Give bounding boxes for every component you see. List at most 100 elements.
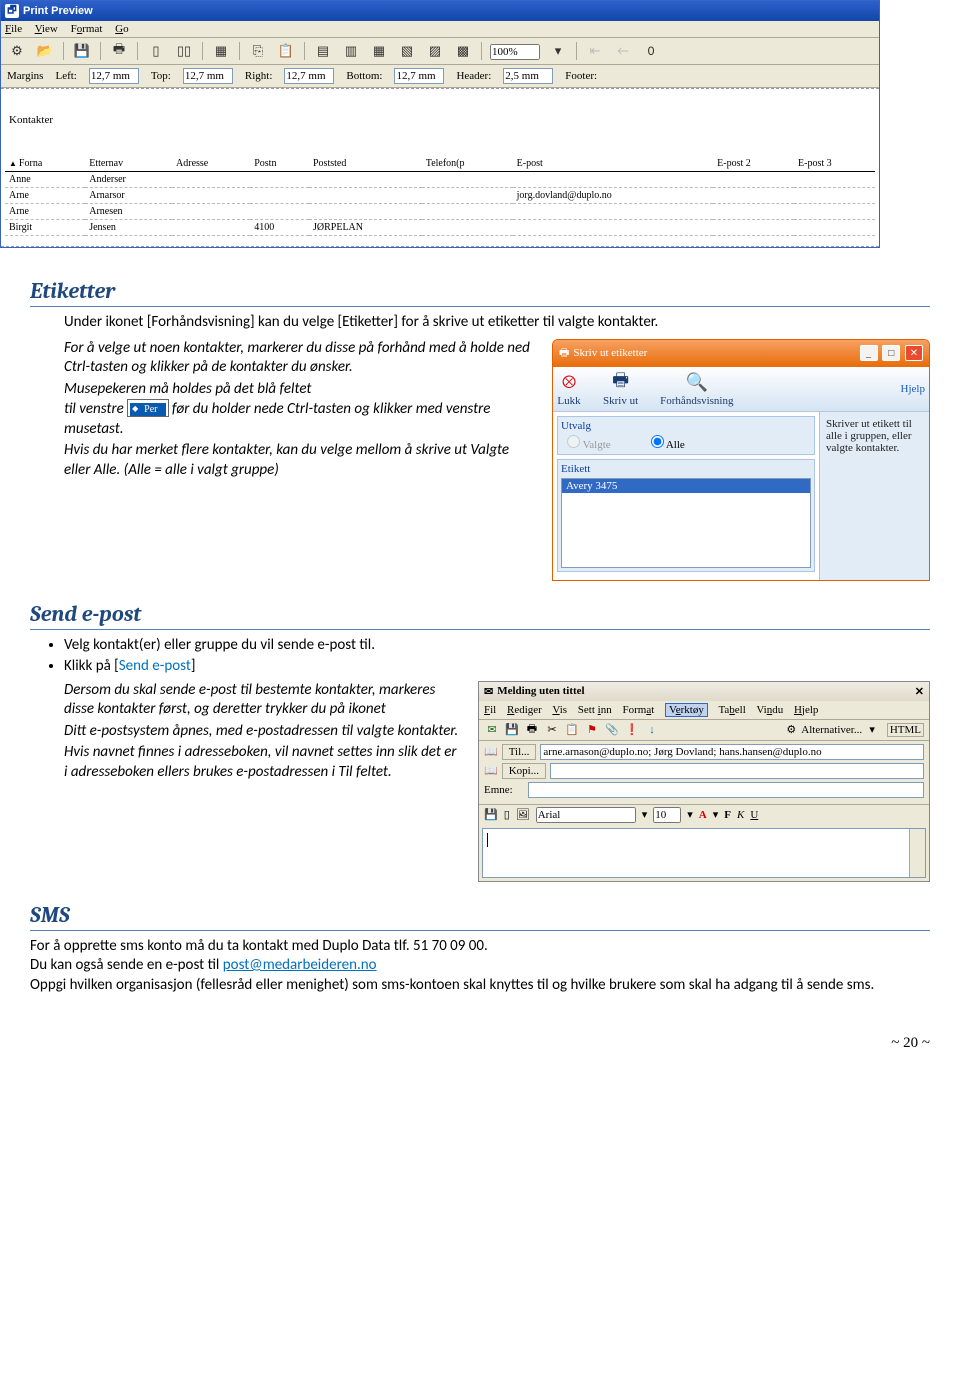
etikett-list[interactable]: Avery 3475 [561,478,811,568]
col-epost2[interactable]: E-post 2 [713,156,794,172]
addressbook2-icon[interactable]: 📖 [484,764,498,777]
menu-view[interactable]: View [35,23,58,35]
col-epost3[interactable]: E-post 3 [794,156,875,172]
print-icon[interactable]: 🖶 [109,41,129,61]
right-input[interactable] [284,68,334,84]
mail-close-icon[interactable]: ✕ [915,685,924,698]
page-icon[interactable]: ▯ [146,41,166,61]
left-input[interactable] [89,68,139,84]
save-icon[interactable]: 💾 [72,41,92,61]
zoom-field[interactable] [490,42,540,60]
col-etternav[interactable]: Etternav [85,156,172,172]
app-icon: 🗗 [5,4,19,18]
menu-go[interactable]: Go [115,23,128,35]
col-adresse[interactable]: Adresse [172,156,250,172]
pages-icon[interactable]: ▯▯ [174,41,194,61]
emne-label: Emne: [484,784,524,796]
save2-icon[interactable]: 💾 [484,808,498,821]
menu-format[interactable]: Format [71,23,103,35]
mail-menu-hjelp[interactable]: Hjelp [794,704,818,716]
zoom-input[interactable] [490,44,540,60]
alle-radio[interactable]: Alle [651,435,685,451]
font-select[interactable] [536,807,636,823]
mail-menu-verktoy[interactable]: Verktøy [665,703,708,717]
mail-menu-format[interactable]: Format [622,704,654,716]
view6-icon[interactable]: ▩ [453,41,473,61]
sms-email-link[interactable]: post@medarbeideren.no [223,956,377,974]
col-forna[interactable]: Forna [5,156,85,172]
italic-icon[interactable]: K [737,809,744,821]
prev-icon[interactable]: ← [613,41,633,61]
pp-menubar: File View Format Go [1,21,879,38]
close-icon[interactable]: ✕ [905,345,923,361]
maximize-icon[interactable]: □ [882,345,900,361]
kopi-input[interactable] [550,763,924,779]
mail-menu-vindu[interactable]: Vindu [756,704,783,716]
mail-menu-vis[interactable]: Vis [552,704,567,716]
sms-p1: For å opprette sms konto må du ta kontak… [30,937,930,957]
top-input[interactable] [183,68,233,84]
mail-format-toolbar: 💾 ▯ 🖼 ▾ ▾ A▾ F K U [479,804,929,825]
bottom-input[interactable] [394,68,444,84]
bold-icon[interactable]: F [724,809,731,821]
size-select[interactable] [653,807,681,823]
alternativer-label[interactable]: Alternativer... [801,724,862,736]
mail-menu-rediger[interactable]: Rediger [507,704,542,716]
page-number: ~ 20 ~ [30,1035,930,1052]
flag-icon[interactable]: ⚑ [584,722,600,738]
open-icon[interactable]: 📂 [35,41,55,61]
dlg-icon: 🖶 [559,344,569,363]
lukk-button[interactable]: ⮾Lukk [557,371,581,407]
hjelp-button[interactable]: Hjelp [901,383,925,395]
view3-icon[interactable]: ▦ [369,41,389,61]
clipboard-icon[interactable]: 📋 [276,41,296,61]
til-input[interactable] [540,744,924,760]
importance-icon[interactable]: ❗ [624,722,640,738]
menu-file[interactable]: File [5,23,22,35]
mail-menu-settinn[interactable]: Sett inn [578,704,612,716]
options-icon[interactable]: ⚙ [783,722,799,738]
col-telefon[interactable]: Telefon(p [422,156,513,172]
mail-body-editor[interactable] [482,828,926,878]
addressbook-icon[interactable]: 📖 [484,745,498,758]
arrow-down-icon[interactable]: ↓ [644,722,660,738]
first-icon[interactable]: ⇤ [585,41,605,61]
col-epost[interactable]: E-post [513,156,714,172]
etikett-selected[interactable]: Avery 3475 [562,479,810,493]
view4-icon[interactable]: ▧ [397,41,417,61]
forhandsvisning-button[interactable]: 🔍Forhåndsvisning [660,371,733,407]
footer-label: Footer: [565,70,597,82]
html-label: HTML [887,723,924,737]
emne-input[interactable] [528,782,924,798]
mail-menu-fil[interactable]: Fil [484,704,496,716]
cut-icon[interactable]: ✂ [544,722,560,738]
attach-icon[interactable]: 📎 [604,722,620,738]
paste-mail-icon[interactable]: 📋 [564,722,580,738]
header-input[interactable] [503,68,553,84]
col-poststed[interactable]: Poststed [309,156,422,172]
copy-icon[interactable]: ⎘ [248,41,268,61]
minimize-icon[interactable]: _ [860,345,878,361]
send-mail-icon[interactable]: ✉ [484,722,500,738]
print-mail-icon[interactable]: 🖶 [524,722,540,738]
skrivut-button[interactable]: 🖶Skriv ut [603,371,638,407]
view2-icon[interactable]: ▥ [341,41,361,61]
img-icon[interactable]: 🖼 [516,808,530,821]
grid-icon[interactable]: ▦ [211,41,231,61]
send-epost-link: Send e-post [119,657,191,675]
pg-icon[interactable]: ▯ [504,808,510,821]
valgte-radio[interactable]: Valgte [567,435,611,451]
kopi-button[interactable]: Kopi... [502,763,546,779]
table-row: ArneArnarsorjorg.dovland@duplo.no [5,188,875,204]
margins-label: Margins [7,70,43,82]
underline-icon[interactable]: U [750,809,758,821]
til-button[interactable]: Til... [502,744,537,760]
save-mail-icon[interactable]: 💾 [504,722,520,738]
font-color-icon[interactable]: A [699,809,707,821]
view1-icon[interactable]: ▤ [313,41,333,61]
col-postn[interactable]: Postn [250,156,309,172]
mail-menu-tabell[interactable]: Tabell [718,704,745,716]
view5-icon[interactable]: ▨ [425,41,445,61]
gear-icon[interactable]: ⚙ [7,41,27,61]
zoom-dropdown-icon[interactable]: ▾ [548,41,568,61]
